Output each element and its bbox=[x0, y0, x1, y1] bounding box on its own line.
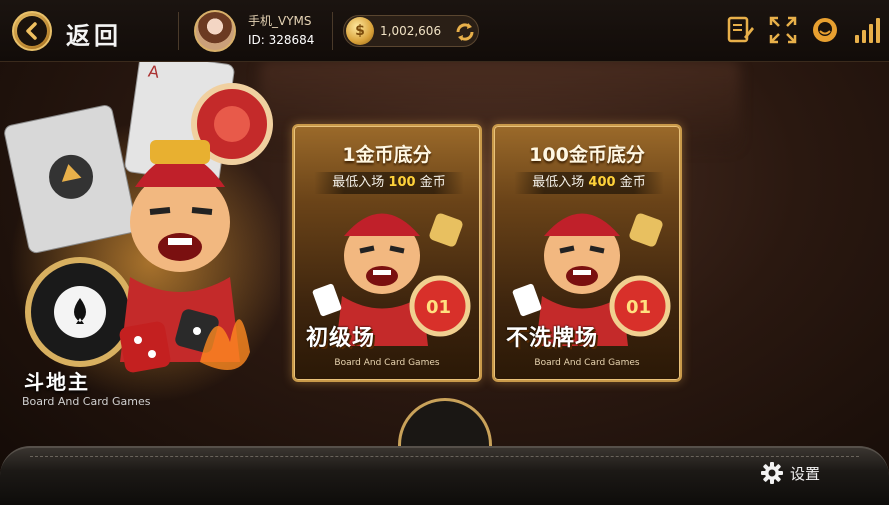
room-caption: Board And Card Games bbox=[534, 358, 640, 368]
room-base-score: 1金币底分 bbox=[342, 144, 432, 166]
min-entry-prefix: 最低入场 bbox=[332, 175, 385, 190]
room-min-entry: 最低入场 400 金币 bbox=[514, 172, 664, 194]
avatar[interactable] bbox=[194, 10, 236, 52]
back-button[interactable] bbox=[12, 11, 52, 51]
username: 手机_VYMS bbox=[248, 14, 312, 28]
bottom-bar bbox=[0, 446, 889, 505]
top-icons bbox=[725, 14, 883, 46]
svg-text:01: 01 bbox=[626, 297, 651, 318]
min-entry-amount: 400 bbox=[588, 175, 616, 190]
room-caption: Board And Card Games bbox=[334, 358, 440, 368]
back-label[interactable]: 返回 bbox=[66, 16, 122, 51]
divider bbox=[332, 12, 333, 50]
divider bbox=[178, 12, 179, 50]
min-entry-suffix: 金币 bbox=[419, 175, 446, 190]
notes-icon[interactable] bbox=[725, 14, 757, 46]
room-card-beginner[interactable]: 1金币底分 最低入场 100 金币 01 初级场 Board And Card … bbox=[292, 124, 482, 382]
game-hero-art: A bbox=[0, 52, 290, 412]
settings-button[interactable]: 设置 bbox=[760, 461, 820, 485]
signal-icon bbox=[851, 14, 883, 46]
user-id: ID: 328684 bbox=[248, 33, 315, 47]
fullscreen-icon[interactable] bbox=[767, 14, 799, 46]
min-entry-prefix: 最低入场 bbox=[532, 175, 585, 190]
coin-value: 1,002,606 bbox=[380, 24, 442, 38]
gear-icon bbox=[761, 462, 783, 484]
coin-balance: $ 1,002,606 bbox=[343, 15, 479, 47]
customer-service-icon[interactable] bbox=[809, 14, 841, 46]
min-entry-suffix: 金币 bbox=[619, 175, 646, 190]
room-name: 初级场 bbox=[306, 326, 376, 351]
min-entry-amount: 100 bbox=[388, 175, 416, 190]
stitch-line bbox=[30, 456, 859, 457]
room-name: 不洗牌场 bbox=[506, 326, 599, 351]
game-subtitle: Board And Card Games bbox=[22, 395, 151, 408]
coin-icon: $ bbox=[346, 17, 374, 45]
back-arrow-icon bbox=[17, 16, 47, 46]
room-min-entry: 最低入场 100 金币 bbox=[314, 172, 464, 194]
room-card-no-shuffle[interactable]: 100金币底分 最低入场 400 金币 01 不洗牌场 Board And Ca… bbox=[492, 124, 682, 382]
refresh-icon[interactable] bbox=[454, 21, 476, 43]
room-base-score: 100金币底分 bbox=[529, 144, 645, 166]
settings-label: 设置 bbox=[790, 464, 821, 483]
game-title: 斗地主 bbox=[24, 370, 90, 394]
top-bar: 返回 手机_VYMS ID: 328684 $ 1,002,606 bbox=[0, 0, 889, 62]
svg-text:01: 01 bbox=[426, 297, 451, 318]
